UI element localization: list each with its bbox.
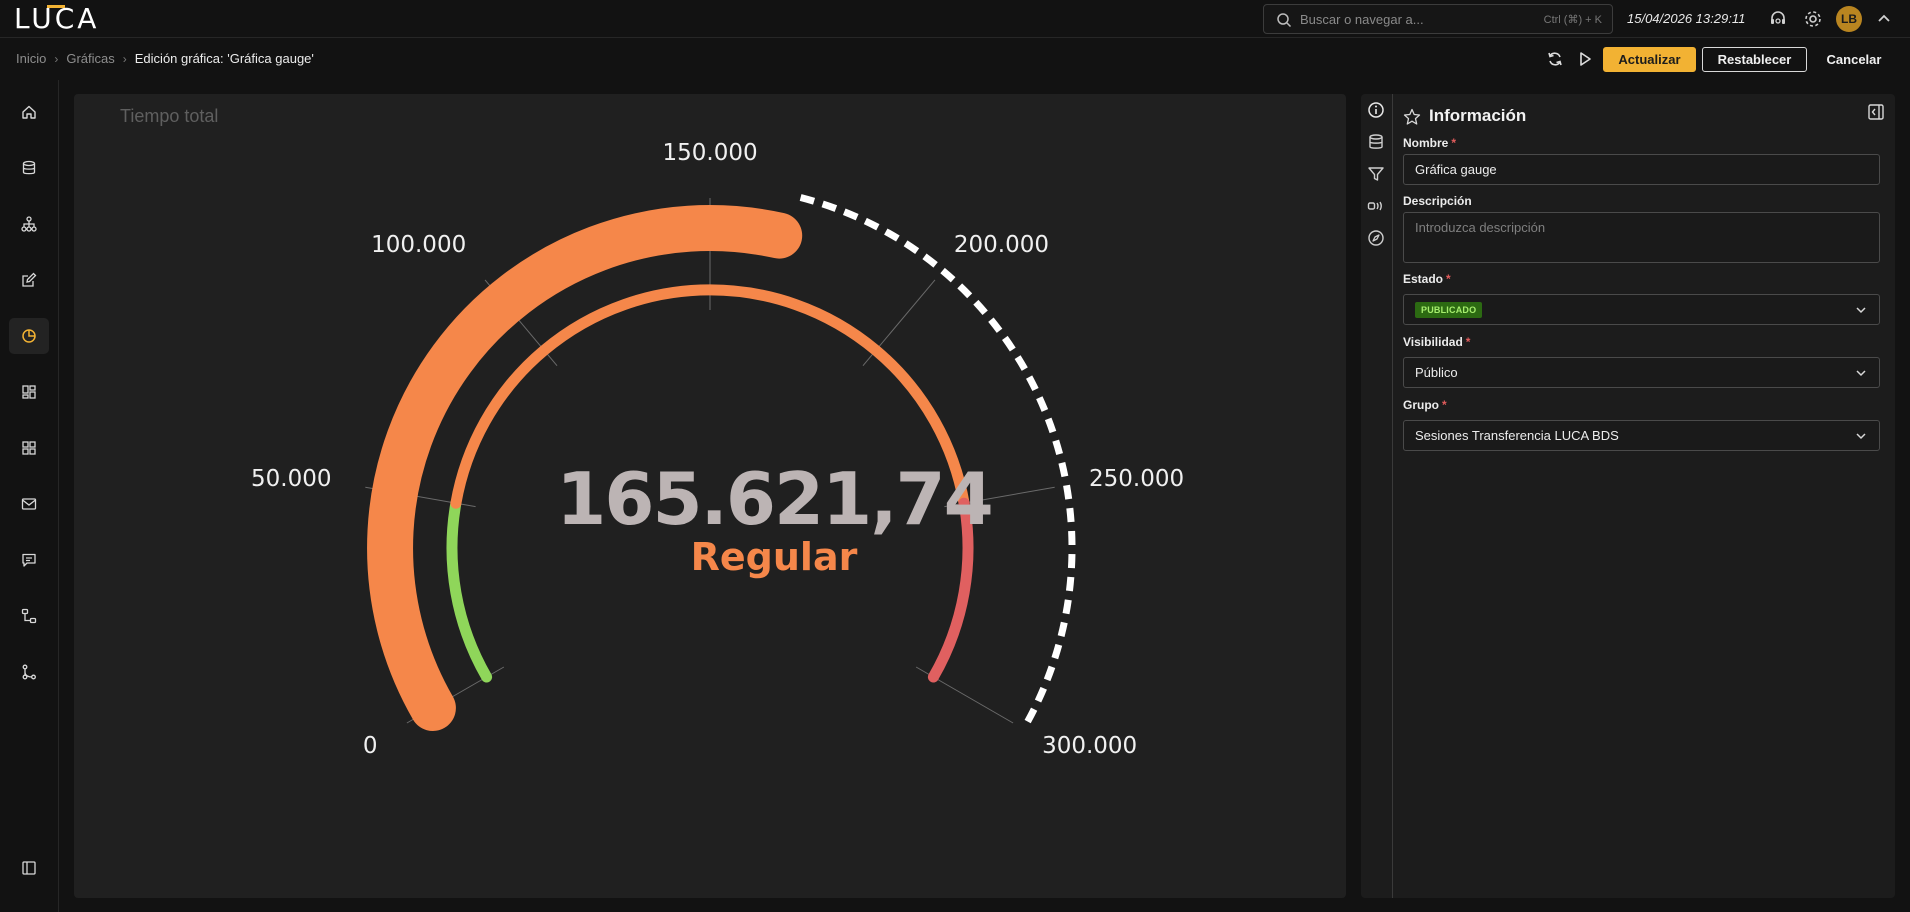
- visibility-label-text: Visibilidad: [1403, 335, 1463, 349]
- refresh-icon[interactable]: [1545, 49, 1565, 69]
- breadcrumb: Inicio › Gráficas › Edición gráfica: 'Gráfic…: [16, 51, 314, 66]
- hierarchy-icon: [21, 216, 37, 232]
- global-search[interactable]: Buscar o navegar a... Ctrl (⌘) + K: [1263, 4, 1613, 34]
- breadcrumb-separator-icon: ›: [54, 52, 59, 66]
- sidebar-toggle[interactable]: [9, 850, 49, 886]
- name-label: Nombre *: [1403, 136, 1456, 150]
- nav-item-data[interactable]: [9, 150, 49, 186]
- status-select[interactable]: PUBLICADO: [1403, 294, 1880, 325]
- gauge-tick-label-0: 0: [362, 732, 378, 759]
- gauge-tick-label-2: 100.000: [371, 232, 467, 259]
- gauge-status: Regular: [690, 535, 858, 579]
- chevron-down-icon: [1856, 370, 1866, 377]
- visibility-select[interactable]: Público: [1403, 357, 1880, 388]
- breadcrumb-current: Edición gráfica: 'Gráfica gauge': [134, 51, 314, 66]
- breadcrumb-separator-icon: ›: [122, 52, 127, 66]
- nav-item-mail[interactable]: [9, 486, 49, 522]
- gauge-tick-label-1: 50.000: [251, 466, 332, 493]
- gauge-value: 165.621,74: [556, 457, 993, 541]
- current-datetime: 15/04/2026 13:29:11: [1627, 11, 1746, 26]
- name-field[interactable]: Gráfica gauge: [1403, 154, 1880, 185]
- branch-icon: [22, 664, 36, 680]
- group-value: Sesiones Transferencia LUCA BDS: [1415, 428, 1619, 443]
- compass-icon: [1368, 230, 1384, 246]
- breadcrumb-link-graficas[interactable]: Gráficas: [66, 51, 114, 66]
- status-badge: PUBLICADO: [1415, 302, 1483, 318]
- group-label-text: Grupo: [1403, 398, 1439, 412]
- left-sidebar: [0, 80, 59, 912]
- required-mark: *: [1451, 136, 1457, 150]
- dashboard-icon: [22, 385, 36, 399]
- mail-icon: [21, 498, 37, 510]
- nav-item-branches[interactable]: [9, 654, 49, 690]
- info-icon: [1368, 102, 1384, 118]
- sidebar-toggle-icon: [22, 861, 36, 875]
- group-select[interactable]: Sesiones Transferencia LUCA BDS: [1403, 420, 1880, 451]
- name-label-text: Nombre: [1403, 136, 1449, 150]
- search-icon: [1277, 13, 1292, 28]
- tab-info[interactable]: [1367, 101, 1387, 121]
- nav-item-charts[interactable]: [9, 318, 49, 354]
- description-label: Descripción: [1403, 194, 1472, 208]
- variables-icon: [1367, 201, 1382, 211]
- cancel-button[interactable]: Cancelar: [1818, 47, 1890, 72]
- panel-title: Información: [1429, 106, 1527, 125]
- collapse-panel-icon[interactable]: [1867, 103, 1885, 121]
- tab-filters[interactable]: [1367, 165, 1387, 185]
- update-button[interactable]: Actualizar: [1603, 47, 1696, 72]
- chevron-up-icon[interactable]: [1876, 10, 1892, 26]
- settings-gear-icon[interactable]: [1803, 9, 1823, 29]
- gauge-tick-label-6: 300.000: [1042, 732, 1138, 759]
- flow-icon: [21, 608, 37, 624]
- nav-item-dashboards[interactable]: [9, 374, 49, 410]
- logo-accent-bar: [47, 5, 65, 8]
- home-icon: [22, 105, 36, 119]
- properties-panel: Información Nombre * Gráfica gauge Descri…: [1361, 94, 1895, 898]
- support-headset-icon[interactable]: [1768, 9, 1788, 29]
- app-logo[interactable]: LUCA: [14, 3, 99, 35]
- status-label: Estado *: [1403, 272, 1451, 286]
- database-icon: [22, 160, 36, 175]
- nav-item-editor[interactable]: [9, 262, 49, 298]
- database-icon: [1369, 134, 1383, 149]
- nav-item-widgets[interactable]: [9, 430, 49, 466]
- required-mark: *: [1465, 335, 1471, 349]
- visibility-value: Público: [1415, 365, 1458, 380]
- tab-data[interactable]: [1367, 133, 1387, 153]
- grid-icon: [22, 441, 36, 455]
- play-icon[interactable]: [1575, 49, 1595, 69]
- top-bar: LUCA Buscar o navegar a... Ctrl (⌘) + K …: [0, 0, 1910, 38]
- gauge-tick-label-5: 250.000: [1088, 466, 1185, 493]
- breadcrumb-bar: Inicio › Gráficas › Edición gráfica: 'Gráfic…: [0, 39, 1910, 79]
- required-mark: *: [1446, 272, 1451, 286]
- nav-item-flows[interactable]: [9, 598, 49, 634]
- search-shortcut: Ctrl (⌘) + K: [1543, 14, 1602, 26]
- chart-canvas: Tiempo total 0 50.000 100.000 150.000 200.00…: [74, 94, 1346, 898]
- message-icon: [22, 553, 36, 567]
- chevron-down-icon: [1856, 307, 1866, 314]
- gauge-tick-label-3: 150.000: [662, 140, 758, 166]
- visibility-label: Visibilidad *: [1403, 335, 1470, 349]
- gauge-tick-label-4: 200.000: [953, 232, 1050, 259]
- search-placeholder: Buscar o navegar a...: [1300, 12, 1424, 27]
- favorite-star-icon[interactable]: [1403, 108, 1421, 126]
- breadcrumb-link-inicio[interactable]: Inicio: [16, 51, 46, 66]
- chevron-down-icon: [1856, 433, 1866, 440]
- user-avatar[interactable]: LB: [1836, 6, 1862, 32]
- nav-item-messages[interactable]: [9, 542, 49, 578]
- tab-navigation[interactable]: [1367, 229, 1387, 249]
- filter-icon: [1368, 167, 1384, 181]
- tab-variables[interactable]: [1367, 197, 1387, 217]
- nav-item-home[interactable]: [9, 94, 49, 130]
- reset-button[interactable]: Restablecer: [1702, 47, 1807, 72]
- required-mark: *: [1442, 398, 1447, 412]
- status-label-text: Estado: [1403, 272, 1444, 286]
- chart-icon: [22, 329, 36, 343]
- description-field[interactable]: Introduzca descripción: [1403, 212, 1880, 263]
- group-label: Grupo *: [1403, 398, 1447, 412]
- panel-tabs: [1361, 94, 1393, 898]
- edit-icon: [22, 272, 37, 287]
- nav-item-models[interactable]: [9, 206, 49, 242]
